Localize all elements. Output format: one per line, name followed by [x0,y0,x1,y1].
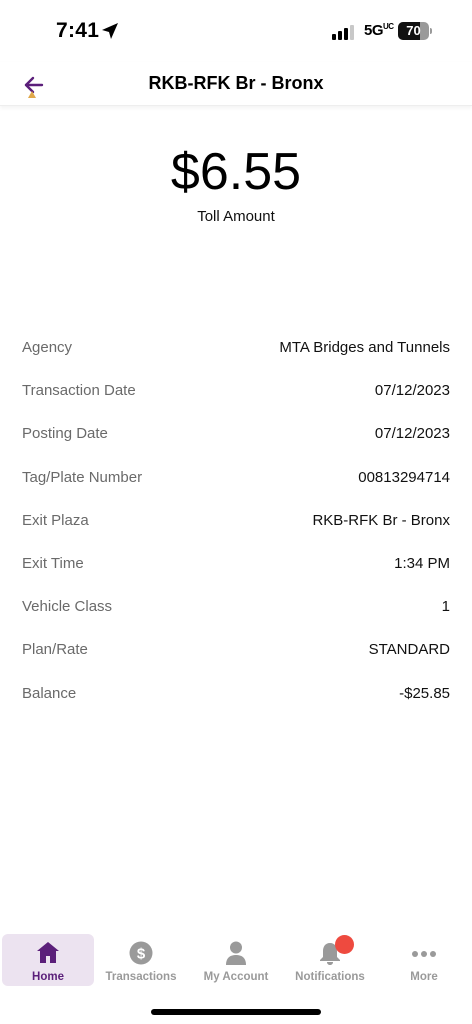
home-indicator[interactable] [151,1009,321,1015]
header-bar: RKB-RFK Br - Bronx [0,62,472,106]
toll-amount: $6.55 [170,143,302,201]
status-time: 7:41 [56,19,100,42]
detail-value: RKB-RFK Br - Bronx [312,511,450,529]
detail-row-tag-plate: Tag/Plate Number 00813294714 [22,456,450,499]
detail-value: 1:34 PM [394,555,450,573]
detail-label: Exit Time [22,555,84,573]
status-bar: 7:41 5GUC 70 [0,0,472,62]
detail-value: 07/12/2023 [374,382,450,400]
nav-my-account[interactable]: My Account [190,934,282,986]
detail-value: MTA Bridges and Tunnels [279,339,450,357]
svg-text:$: $ [137,946,146,963]
bottom-nav: Home $ Transactions My Account Notificat… [0,934,472,990]
detail-label: Tag/Plate Number [22,468,143,486]
notification-badge [335,935,354,954]
detail-value: -$25.85 [399,684,450,702]
signal-strength-icon [332,25,354,40]
nav-label: My Account [203,971,269,983]
nav-home[interactable]: Home [2,934,94,986]
location-arrow-icon [102,23,118,39]
nav-notifications[interactable]: Notifications [284,934,376,986]
nav-transactions[interactable]: $ Transactions [95,934,187,986]
detail-value: 00813294714 [358,468,450,486]
detail-row-agency: Agency MTA Bridges and Tunnels [22,326,450,369]
nav-label: Transactions [105,971,177,983]
dollar-circle-icon: $ [129,941,153,965]
home-icon [37,942,59,963]
nav-more[interactable]: More [378,934,470,986]
transaction-details: Agency MTA Bridges and Tunnels Transacti… [22,326,450,715]
detail-row-exit-time: Exit Time 1:34 PM [22,542,450,585]
nav-label: Home [32,971,64,983]
nav-label: More [410,971,438,983]
detail-value: STANDARD [368,641,450,659]
battery-icon: 70 [398,22,432,40]
detail-value: 1 [441,598,450,616]
detail-label: Plan/Rate [22,641,88,659]
toll-amount-label: Toll Amount [197,208,275,225]
detail-row-plan-rate: Plan/Rate STANDARD [22,628,450,671]
detail-value: 07/12/2023 [374,425,450,443]
network-type: 5GUC [364,22,394,39]
detail-label: Posting Date [22,425,108,443]
detail-label: Agency [22,339,73,357]
detail-label: Exit Plaza [22,511,89,529]
person-icon [226,941,246,965]
toll-detail-screen: 7:41 5GUC 70 RKB-RFK Br - Bronx $6.55 To… [0,0,472,1024]
detail-row-balance: Balance -$25.85 [22,672,450,715]
more-dots-icon [412,951,436,957]
detail-row-transaction-date: Transaction Date 07/12/2023 [22,369,450,412]
detail-row-vehicle-class: Vehicle Class 1 [22,585,450,628]
page-title: RKB-RFK Br - Bronx [148,73,324,93]
battery-percent: 70 [406,23,421,38]
detail-label: Transaction Date [22,382,136,400]
detail-row-posting-date: Posting Date 07/12/2023 [22,412,450,455]
detail-label: Balance [22,684,77,702]
detail-label: Vehicle Class [22,598,113,616]
detail-row-exit-plaza: Exit Plaza RKB-RFK Br - Bronx [22,499,450,542]
nav-label: Notifications [295,971,365,983]
